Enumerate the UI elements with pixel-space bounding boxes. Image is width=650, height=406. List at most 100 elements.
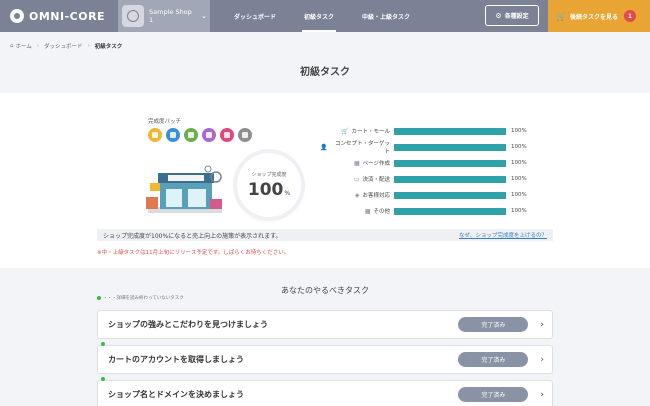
progress-value: 100% bbox=[511, 128, 527, 134]
progress-label-text: コンセプト・ターゲット bbox=[334, 141, 390, 155]
progress-value: 100% bbox=[511, 144, 527, 150]
progress-value: 100% bbox=[511, 208, 527, 214]
person-icon: 👤 bbox=[320, 143, 328, 151]
shop-avatar bbox=[122, 5, 144, 27]
chat-icon: ◈ bbox=[354, 191, 360, 199]
badge-label: 完成度バッチ bbox=[148, 119, 182, 125]
completion-badge-icon bbox=[202, 128, 216, 142]
completion-badge-icon bbox=[148, 128, 162, 142]
progress-bar-fill bbox=[394, 175, 506, 183]
unread-dot-icon bbox=[101, 342, 105, 346]
progress-row: ◈ お客様対応 100% bbox=[320, 187, 527, 203]
progress-bar bbox=[394, 143, 506, 151]
progress-row: ▦ ページ作成 100% bbox=[320, 155, 527, 171]
progress-value: 100% bbox=[511, 176, 527, 182]
grid-icon: ▦ bbox=[364, 207, 371, 215]
completion-badge-icon bbox=[166, 128, 180, 142]
task-item[interactable]: カートのアカウントを取得しましょう 完了済み › bbox=[97, 342, 553, 374]
main-nav: ダッシュボード 初級タスク 中級・上級タスク bbox=[220, 0, 424, 32]
release-note: ※中・上級タスクは11月上旬にリリース予定です。しばらくお待ちください。 bbox=[97, 250, 290, 256]
progress-label-text: 決済・配送 bbox=[362, 177, 390, 183]
breadcrumb: ⌂ ホーム › ダッシュボード › 初級タスク bbox=[10, 42, 122, 50]
chevron-right-icon[interactable]: › bbox=[540, 355, 544, 365]
progress-row: ▭ 決済・配送 100% bbox=[320, 171, 527, 187]
notice-bar: ショップ完成度が100%になると売上向上の施策が表示されます。 なぜ、ショップ完… bbox=[97, 229, 553, 241]
task-status-button[interactable]: 完了済み bbox=[458, 352, 529, 367]
progress-row: 👤 コンセプト・ターゲット 100% bbox=[320, 139, 527, 155]
progress-bar-fill bbox=[394, 143, 506, 151]
shop-name: Sample Shop 1 bbox=[149, 8, 192, 24]
page-icon: ▦ bbox=[353, 159, 360, 167]
task-status-button[interactable]: 完了済み bbox=[458, 317, 529, 332]
notification-badge: 1 bbox=[623, 10, 636, 22]
legend-text: ・・・詳細を読み終わっていないタスク bbox=[103, 296, 184, 301]
progress-label: ▦ ページ作成 bbox=[320, 159, 390, 168]
cart-icon: 🛒 bbox=[341, 127, 349, 135]
progress-bar bbox=[394, 127, 506, 135]
progress-bar-fill bbox=[394, 191, 506, 199]
chevron-right-icon[interactable]: › bbox=[540, 320, 544, 330]
progress-bar-fill bbox=[394, 127, 506, 135]
unread-legend: ・・・詳細を読み終わっていないタスク bbox=[97, 295, 184, 301]
task-title: ショップ名とドメインを決めましょう bbox=[108, 390, 244, 399]
chevron-right-icon: › bbox=[87, 43, 90, 49]
card-icon: ▭ bbox=[353, 175, 360, 183]
category-progress-list: 🛒 カート・モール 100% 👤 コンセプト・ターゲット 100% ▦ ページ作成 100% ▭ 決… bbox=[320, 123, 527, 219]
progress-bar-fill bbox=[394, 207, 506, 215]
completion-badge-icon bbox=[220, 128, 234, 142]
completion-badge-icon bbox=[238, 128, 252, 142]
progress-bar bbox=[394, 207, 506, 215]
chevron-right-icon: › bbox=[36, 43, 40, 49]
nav-beginner-tasks[interactable]: 初級タスク bbox=[290, 0, 348, 32]
progress-label-text: お客様対応 bbox=[362, 193, 390, 199]
nav-dashboard[interactable]: ダッシュボード bbox=[220, 0, 290, 32]
completion-gauge: ショップ完成度 100% bbox=[237, 153, 301, 217]
progress-label: 👤 コンセプト・ターゲット bbox=[320, 139, 390, 155]
progress-bar bbox=[394, 159, 506, 167]
why-completion-link[interactable]: なぜ、ショップ完成度を上げるの？ bbox=[459, 231, 547, 239]
task-status-button[interactable]: 完了済み bbox=[458, 387, 529, 402]
logo[interactable]: OMNI-CORE bbox=[0, 0, 118, 32]
gear-icon: ⚙ bbox=[495, 11, 502, 20]
task-title: ショップの強みとこだわりを見つけましょう bbox=[108, 320, 268, 329]
gauge-label: ショップ完成度 bbox=[251, 171, 287, 178]
task-item[interactable]: ショップの強みとこだわりを見つけましょう 完了済み › bbox=[97, 310, 553, 339]
chevron-right-icon[interactable]: › bbox=[540, 390, 544, 400]
progress-value: 100% bbox=[511, 192, 527, 198]
settings-label: 各種設定 bbox=[504, 13, 529, 20]
chevron-down-icon: ⌄ bbox=[201, 12, 207, 20]
progress-value: 100% bbox=[511, 160, 527, 166]
settings-button[interactable]: ⚙ 各種設定 bbox=[485, 5, 539, 26]
logo-icon bbox=[10, 9, 24, 23]
gauge-value: 100% bbox=[247, 179, 291, 200]
cart-icon: 🛒 bbox=[556, 11, 566, 21]
breadcrumb-home[interactable]: ホーム bbox=[16, 42, 32, 50]
progress-label-text: その他 bbox=[373, 209, 390, 215]
next-tasks-button[interactable]: 🛒 後続タスクを見る 1 bbox=[548, 0, 650, 32]
nav-advanced-tasks[interactable]: 中級・上級タスク bbox=[348, 0, 424, 32]
next-tasks-label: 後続タスクを見る bbox=[569, 13, 618, 21]
home-icon: ⌂ bbox=[10, 43, 14, 49]
page-title: 初級タスク bbox=[300, 67, 350, 78]
shop-switcher[interactable]: Sample Shop 1 ⌄ bbox=[118, 0, 210, 32]
progress-label: ▭ 決済・配送 bbox=[320, 175, 390, 184]
progress-row: 🛒 カート・モール 100% bbox=[320, 123, 527, 139]
progress-bar bbox=[394, 175, 506, 183]
progress-label-text: ページ作成 bbox=[362, 161, 390, 167]
breadcrumb-dashboard[interactable]: ダッシュボード bbox=[44, 42, 83, 50]
notice-text: ショップ完成度が100%になると売上向上の施策が表示されます。 bbox=[103, 232, 282, 240]
completion-badge-icon bbox=[184, 128, 198, 142]
task-item[interactable]: ショップ名とドメインを決めましょう 完了済み › bbox=[97, 377, 553, 406]
shop-illustration bbox=[146, 165, 222, 213]
progress-label: ◈ お客様対応 bbox=[320, 191, 390, 200]
progress-label: ▦ その他 bbox=[320, 207, 390, 216]
top-header: OMNI-CORE Sample Shop 1 ⌄ ダッシュボード 初級タスク … bbox=[0, 0, 650, 32]
task-title: カートのアカウントを取得しましょう bbox=[108, 355, 244, 364]
progress-bar-fill bbox=[394, 159, 506, 167]
completion-summary: 完成度バッチ ショップ完成度 100% 🛒 カート・モール 100% 👤 コンセプト・タ… bbox=[0, 93, 650, 268]
breadcrumb-current: 初級タスク bbox=[94, 44, 123, 50]
progress-row: ▦ その他 100% bbox=[320, 203, 527, 219]
unread-dot-icon bbox=[101, 377, 105, 381]
progress-bar bbox=[394, 191, 506, 199]
badge-list bbox=[148, 128, 256, 142]
